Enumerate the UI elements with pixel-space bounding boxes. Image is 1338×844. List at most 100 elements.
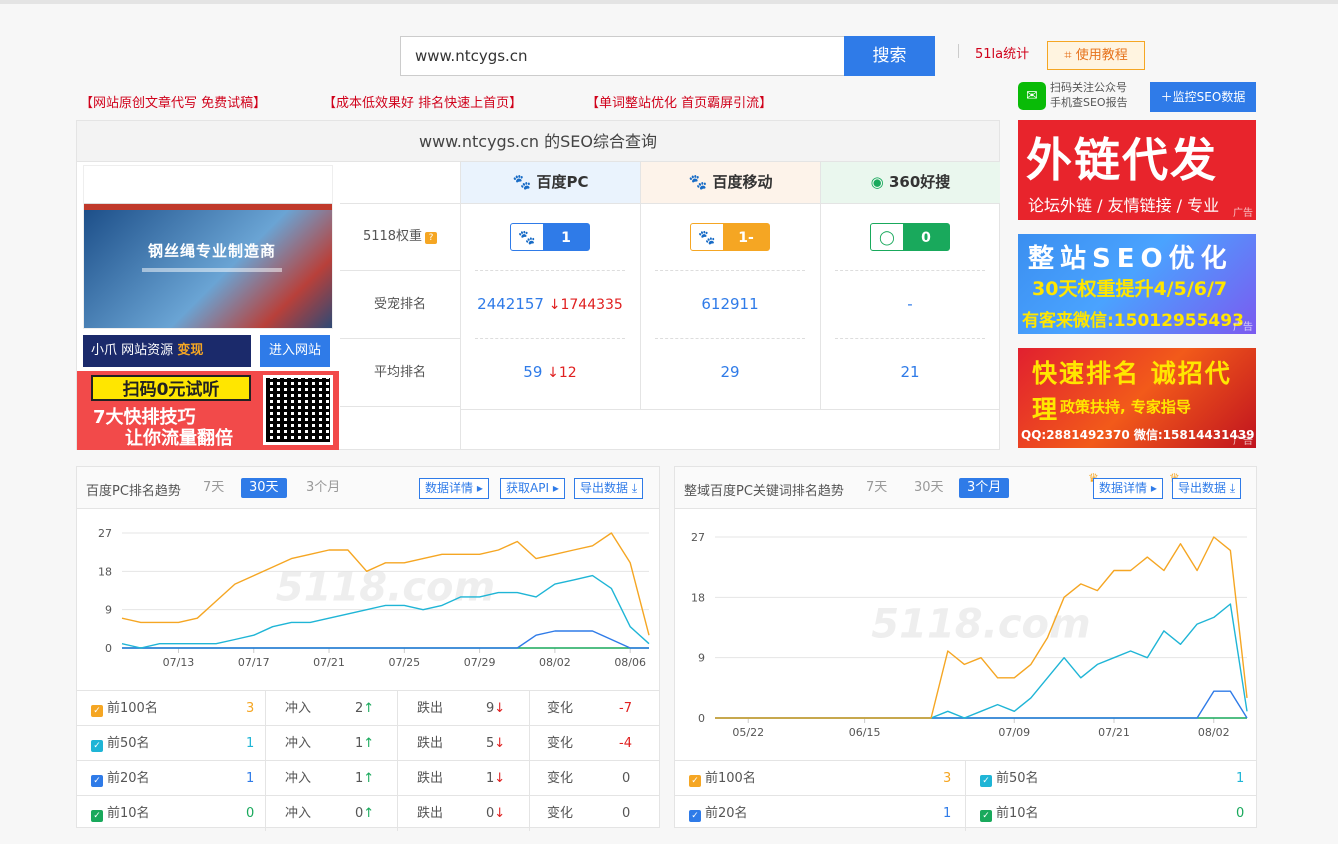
qr-ad[interactable]: 扫码0元试听 7大快排技巧 让你流量翻倍 [77, 371, 339, 450]
data-detail-button[interactable]: 数据详情 ▸ [419, 478, 489, 499]
y-tick-label: 0 [105, 642, 112, 655]
arrow-down-icon: ↓ [494, 806, 506, 821]
arrow-up-icon: ↑ [363, 771, 375, 786]
stats-label[interactable]: ✓ 前20名 [689, 796, 748, 831]
indexed-360[interactable]: - [820, 295, 1000, 313]
search-button[interactable]: 搜索 [844, 36, 935, 76]
tab-30d[interactable]: 30天 [241, 478, 287, 498]
ad-banner-backlinks[interactable]: 外链代发 论坛外链 / 友情链接 / 专业 广告 [1018, 120, 1256, 220]
stats-in-label: 冲入 [285, 806, 312, 821]
stats-label[interactable]: ✓ 前100名 [91, 691, 158, 726]
weight-value: 1 [561, 230, 571, 246]
stats-label[interactable]: ✓ 前100名 [689, 761, 756, 796]
help-icon[interactable]: ? [425, 232, 438, 244]
xiaoz-ad[interactable]: 小爪 网站资源 变现 [83, 335, 251, 367]
btn-label: 导出数据 [580, 481, 629, 495]
stats-out-label: 跌出 [417, 736, 444, 751]
stats-in-label: 冲入 [285, 736, 312, 751]
engine-name: 360好搜 [889, 173, 951, 191]
ad-link-ranking[interactable]: 【成本低效果好 排名快速上首页】 [323, 92, 522, 111]
checkbox-icon[interactable]: ✓ [91, 705, 103, 717]
enter-site-button[interactable]: 进入网站 [260, 335, 330, 367]
x-tick-label: 08/02 [1198, 726, 1230, 739]
checkbox-icon[interactable]: ✓ [980, 810, 992, 822]
ad-tag: 广告 [1233, 322, 1253, 333]
tab-30d[interactable]: 30天 [906, 478, 952, 498]
wechat-line1: 扫码关注公众号 [1050, 81, 1127, 94]
stats-value: 1 [246, 736, 255, 751]
ad3-sub: 政策扶持, 专家指导 [1060, 398, 1191, 416]
weight-value: 1- [738, 230, 754, 246]
tab-3m[interactable]: 3个月 [298, 478, 348, 498]
keyword-trend-chart[interactable]: 5118.com 0 9 18 27 05/22 06/15 07/09 07/21 08/02 [675, 510, 1256, 760]
site-screenshot[interactable]: 钢丝绳专业制造商 [83, 165, 333, 329]
tab-3m[interactable]: 3个月 [959, 478, 1010, 498]
x-tick-label: 07/13 [163, 656, 195, 669]
checkbox-icon[interactable]: ✓ [91, 775, 103, 787]
get-api-button[interactable]: 获取API ▸ [500, 478, 565, 499]
indexed-baidu-pc[interactable]: 2442157 ↓1744335 [460, 295, 640, 313]
checkbox-icon[interactable]: ✓ [689, 775, 701, 787]
tutorial-button[interactable]: ⌗ 使用教程 [1047, 41, 1145, 70]
baidu-pc-trend-chart[interactable]: 5118.com09182707/13 07/17 07/21 07/25 07/29 0… [77, 510, 659, 690]
ad-tag: 广告 [1233, 208, 1253, 219]
stats-label[interactable]: ✓ 前50名 [91, 726, 150, 761]
ad-link-site-opt[interactable]: 【单词整站优化 首页霸屏引流】 [586, 92, 772, 111]
stats-row: ✓ 前100名 3 ✓ 前50名 1 [675, 760, 1256, 796]
x-tick-label: 08/02 [539, 656, 571, 669]
divider [265, 761, 266, 796]
export-data-button[interactable]: 导出数据 ⤓ [1172, 478, 1242, 499]
book-icon: ⌗ [1064, 48, 1076, 63]
weight-badge-baidu-mobile[interactable]: 🐾 1- [690, 223, 770, 251]
stats-value: 1 [1236, 771, 1245, 786]
export-data-button[interactable]: 导出数据 ⤓ [574, 478, 644, 499]
keyword-trend-panel: 整域百度PC关键词排名趋势 7天 30天 3个月 ♛ 数据详情 ▸ ♛ 导出数据… [674, 466, 1257, 831]
monitor-seo-button[interactable]: ＋监控SEO数据 [1150, 82, 1256, 112]
divider [460, 409, 1000, 410]
tab-7d[interactable]: 7天 [858, 478, 895, 498]
screenshot-heading: 钢丝绳专业制造商 [148, 242, 277, 260]
checkbox-icon[interactable]: ✓ [689, 810, 701, 822]
btn-label: 数据详情 [425, 481, 474, 495]
y-tick-label: 18 [691, 591, 705, 604]
checkbox-icon[interactable]: ✓ [91, 810, 103, 822]
stats-label[interactable]: ✓ 前10名 [980, 796, 1039, 831]
wechat-icon[interactable]: ✉ [1018, 82, 1046, 110]
checkbox-icon[interactable]: ✓ [980, 775, 992, 787]
stats-change-value: -4 [619, 736, 632, 751]
indexed-value: 2442157 [477, 295, 544, 313]
weight-badge-baidu-pc[interactable]: 🐾 1 [510, 223, 590, 251]
ad-banner-seo[interactable]: 整站SEO优化 30天权重提升4/5/6/7 有客来微信:15012955493… [1018, 234, 1256, 334]
stats-row: ✓ 前100名 3 冲入 2↑ 跌出 9↓ 变化 -7 [77, 690, 659, 726]
wechat-line2: 手机查SEO报告 [1050, 96, 1128, 109]
stats-label[interactable]: ✓ 前20名 [91, 761, 150, 796]
ad1-title: 外链代发 [1026, 133, 1218, 187]
avg-baidu-mobile[interactable]: 29 [640, 363, 820, 381]
ad1-sub: 论坛外链 / 友情链接 / 专业 [1028, 196, 1220, 215]
ad-banner-agent[interactable]: 快速排名 诚招代理 政策扶持, 专家指导 QQ:2881492370 微信:15… [1018, 348, 1256, 448]
top-border [0, 0, 1338, 4]
360-search-icon: ◉ [870, 173, 884, 191]
arrow-up-icon: ↑ [363, 701, 375, 716]
search-input[interactable]: www.ntcygs.cn [400, 36, 845, 76]
indexed-baidu-mobile[interactable]: 612911 [640, 295, 820, 313]
x-tick-label: 07/21 [313, 656, 345, 669]
arrow-down-icon: ↓ [548, 297, 561, 313]
stats-label[interactable]: ✓ 前50名 [980, 761, 1039, 796]
stats-change-label: 变化 [547, 701, 574, 716]
stats-in-value: 1↑ [355, 736, 375, 751]
data-detail-button[interactable]: 数据详情 ▸ [1093, 478, 1163, 499]
stats-label[interactable]: ✓ 前10名 [91, 796, 150, 831]
avg-360[interactable]: 21 [820, 363, 1000, 381]
divider [835, 270, 985, 271]
tab-7d[interactable]: 7天 [195, 478, 232, 498]
avg-change: 12 [558, 365, 577, 381]
ad-link-article[interactable]: 【网站原创文章代写 免费试稿】 [80, 92, 266, 111]
360-icon: ◯ [871, 224, 903, 250]
x-tick-label: 06/15 [849, 726, 881, 739]
divider [475, 270, 625, 271]
checkbox-icon[interactable]: ✓ [91, 740, 103, 752]
weight-badge-360[interactable]: ◯ 0 [870, 223, 950, 251]
avg-baidu-pc[interactable]: 59 ↓12 [460, 363, 640, 381]
51la-stat-link[interactable]: 51la统计 [975, 43, 1029, 62]
